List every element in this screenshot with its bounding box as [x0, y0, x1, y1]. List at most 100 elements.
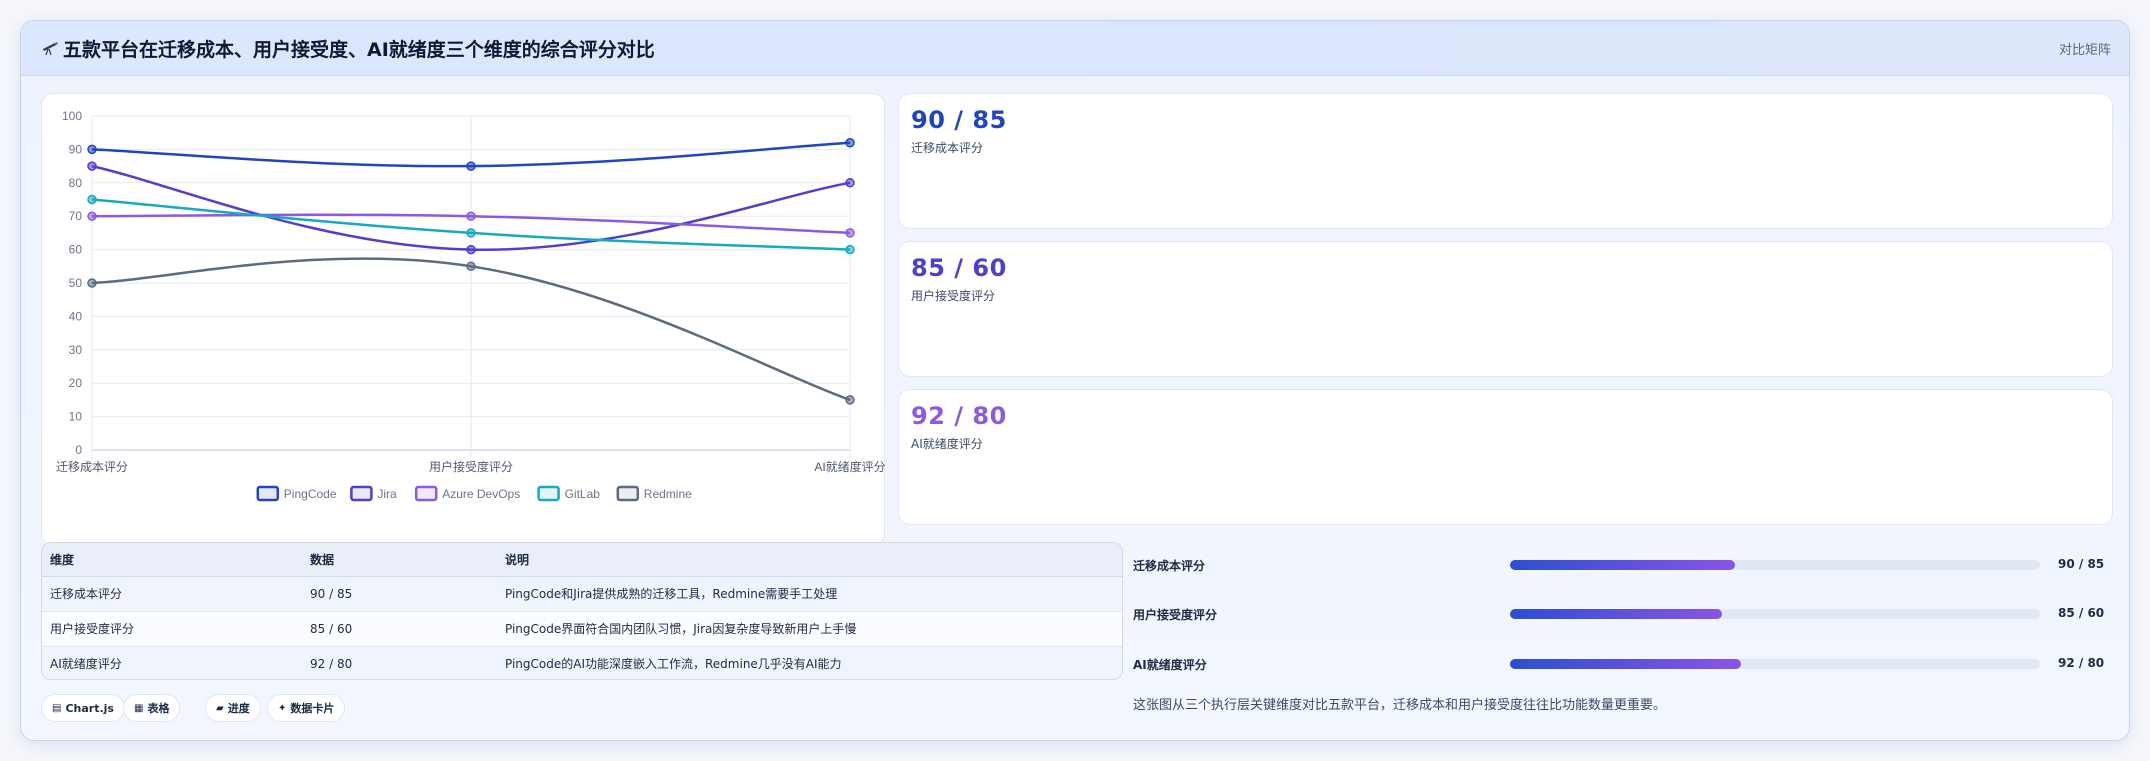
view-mode-label[interactable]: 对比矩阵: [2059, 39, 2111, 58]
data-point: [466, 244, 476, 255]
data-point: [466, 211, 476, 221]
y-tick-label: 100: [62, 109, 82, 123]
data-point: [87, 161, 97, 171]
table-header-row: 维度 数据 说明: [42, 543, 1122, 577]
table-cell: 迁移成本评分: [42, 576, 302, 612]
progress-track: [1510, 560, 2040, 570]
kpi-value: 92 / 80: [911, 402, 1007, 430]
y-tick-label: 50: [69, 276, 83, 290]
kpi-value: 85 / 60: [911, 254, 1007, 282]
kpi-card-ai-readiness: 92 / 80 AI就绪度评分: [898, 389, 2113, 525]
data-point: [845, 244, 855, 255]
pill-table[interactable]: ▦ 表格: [123, 694, 181, 722]
progress-fill: [1510, 560, 1736, 570]
progress-track: [1510, 659, 2040, 669]
table-cell: AI就绪度评分: [42, 646, 302, 679]
table-row: 迁移成本评分 90 / 85 PingCode和Jira提供成熟的迁移工具，Re…: [42, 576, 1122, 612]
kpi-card-user-acceptance: 85 / 60 用户接受度评分: [898, 241, 2113, 377]
table-icon: ▦: [134, 702, 144, 714]
progress-icon: ▰: [216, 702, 224, 714]
legend-swatch: [350, 485, 373, 502]
progress-label: AI就绪度评分: [1133, 658, 1207, 672]
data-point: [466, 161, 476, 171]
column-header: 说明: [497, 543, 1122, 577]
legend-swatch: [616, 485, 640, 502]
data-point: [466, 261, 476, 272]
legend-label: GitLab: [565, 487, 601, 501]
progress-fill: [1510, 609, 1722, 619]
kpi-card-migration-cost: 90 / 85 迁移成本评分: [898, 93, 2113, 229]
y-tick-label: 60: [69, 243, 83, 257]
data-point: [845, 395, 855, 405]
y-tick-label: 30: [69, 343, 83, 357]
pill-label: Chart.js: [65, 701, 114, 715]
progress-value: 85 / 60: [2058, 606, 2105, 620]
x-tick-label: 用户接受度评分: [429, 459, 513, 474]
chart-icon: ▤: [52, 702, 62, 714]
y-tick-label: 70: [69, 209, 83, 223]
data-point: [87, 211, 97, 221]
line-chart-card: 0 10 20 30 40 50 60 70 80 90 100 迁移成本评分 用户接受度评分 AI就绪度…: [41, 93, 886, 546]
kpi-label: AI就绪度评分: [911, 437, 983, 451]
y-tick-label: 40: [69, 309, 83, 323]
legend-swatch: [256, 485, 280, 502]
table-cell: PingCode界面符合国内团队习惯，Jira因复杂度导致新用户上手慢: [497, 611, 1122, 647]
data-point: [87, 278, 97, 288]
legend-swatch: [414, 485, 438, 502]
legend-label: Jira: [377, 487, 397, 501]
data-point: [845, 178, 855, 188]
data-table: 维度 数据 说明 迁移成本评分 90 / 85 PingCode和Jira提供成…: [41, 542, 1123, 680]
y-tick-label: 10: [69, 410, 83, 424]
page-title: 五款平台在迁移成本、用户接受度、AI就绪度三个维度的综合评分对比: [63, 39, 655, 61]
pill-chartjs[interactable]: ▤ Chart.js: [41, 694, 125, 722]
y-tick-label: 80: [69, 176, 83, 190]
table-cell: 90 / 85: [302, 576, 497, 612]
pill-label: 数据卡片: [290, 702, 335, 715]
table-cell: PingCode的AI功能深度嵌入工作流，Redmine几乎没有AI能力: [497, 646, 1122, 679]
column-header: 维度: [42, 543, 302, 577]
pill-data-card[interactable]: ✦ 数据卡片: [267, 694, 346, 722]
table-cell: PingCode和Jira提供成熟的迁移工具，Redmine需要手工处理: [497, 576, 1122, 612]
progress-track: [1510, 609, 2040, 619]
table-cell: 用户接受度评分: [42, 611, 302, 647]
legend-label: Azure DevOps: [442, 487, 520, 501]
progress-label: 用户接受度评分: [1133, 608, 1218, 622]
progress-row: 迁移成本评分 90 / 85: [1133, 549, 2123, 579]
data-point: [87, 194, 97, 205]
column-header: 数据: [302, 543, 497, 577]
footnote: 这张图从三个执行层关键维度对比五款平台，迁移成本和用户接受度往往比功能数量更重要…: [1133, 698, 1667, 713]
comparison-panel: 五款平台在迁移成本、用户接受度、AI就绪度三个维度的综合评分对比 对比矩阵 0 1…: [20, 20, 2130, 741]
progress-value: 90 / 85: [2058, 557, 2105, 571]
telescope-icon: [43, 42, 58, 56]
progress-value: 92 / 80: [2058, 656, 2105, 670]
table-cell: 85 / 60: [302, 611, 497, 647]
table-cell: 92 / 80: [302, 646, 497, 679]
data-point: [466, 228, 476, 238]
x-tick-label: AI就绪度评分: [814, 459, 885, 474]
line-chart: 0 10 20 30 40 50 60 70 80 90 100 迁移成本评分 用户接受度评分 AI就绪度…: [56, 109, 886, 502]
table-row: 用户接受度评分 85 / 60 PingCode界面符合国内团队习惯，Jira因…: [42, 611, 1122, 647]
pill-label: 表格: [147, 702, 170, 715]
y-tick-label: 0: [75, 443, 82, 457]
y-tick-label: 20: [69, 376, 83, 390]
x-tick-label: 迁移成本评分: [56, 460, 128, 474]
progress-label: 迁移成本评分: [1133, 559, 1206, 573]
data-point: [87, 144, 97, 155]
y-tick-label: 90: [69, 142, 83, 156]
kpi-label: 迁移成本评分: [911, 141, 984, 155]
table-row: AI就绪度评分 92 / 80 PingCode的AI功能深度嵌入工作流，Red…: [42, 646, 1122, 679]
kpi-label: 用户接受度评分: [911, 289, 996, 303]
kpi-value: 90 / 85: [911, 106, 1007, 134]
pill-progress[interactable]: ▰ 进度: [205, 694, 261, 722]
legend-label: Redmine: [644, 487, 692, 501]
data-point: [845, 228, 855, 238]
progress-row: AI就绪度评分 92 / 80: [1133, 648, 2123, 678]
progress-row: 用户接受度评分 85 / 60: [1133, 598, 2123, 628]
legend-label: PingCode: [284, 487, 337, 501]
legend-swatch: [537, 485, 560, 502]
panel-header: 五款平台在迁移成本、用户接受度、AI就绪度三个维度的综合评分对比 对比矩阵: [21, 21, 2129, 76]
data-point: [845, 137, 855, 148]
card-icon: ✦: [278, 702, 287, 714]
progress-fill: [1510, 659, 1741, 669]
pill-label: 进度: [227, 702, 250, 715]
